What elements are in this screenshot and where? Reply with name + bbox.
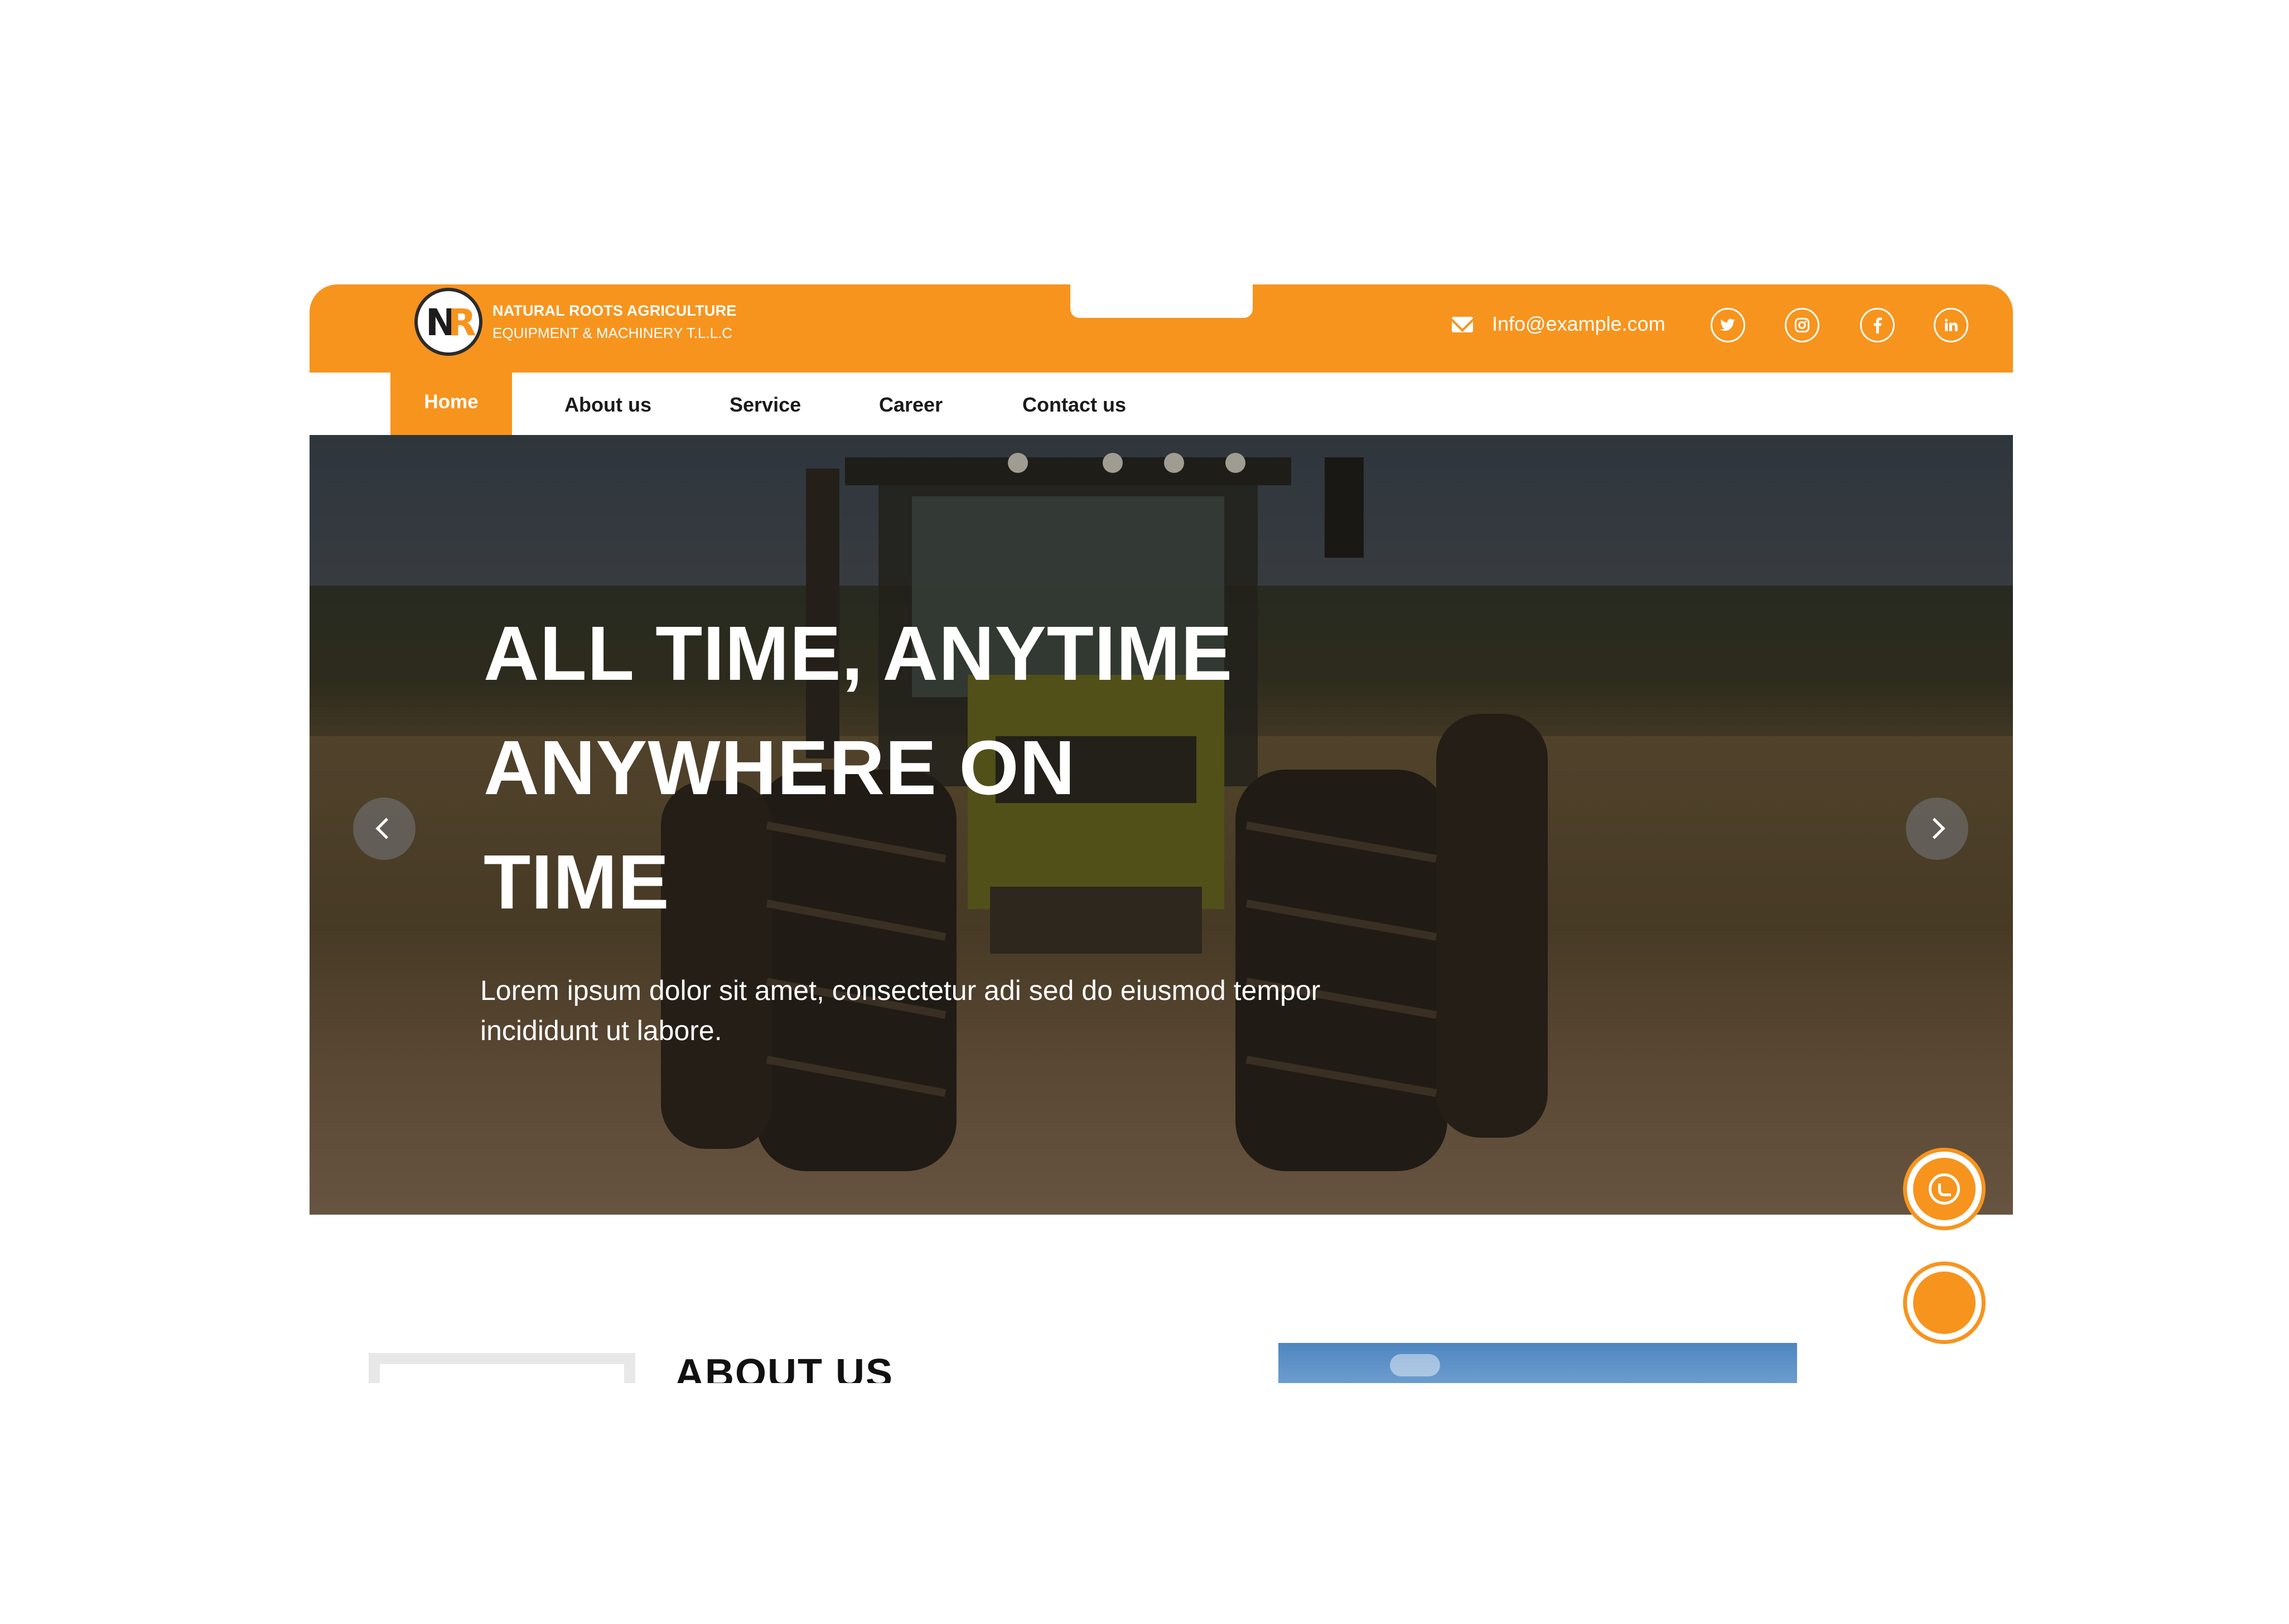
brand-name-line2: EQUIPMENT & MACHINERY T.L.L.C (492, 325, 733, 341)
browser-frame: N R NATURAL ROOTS AGRICULTURE EQUIPMENT … (310, 284, 2013, 1383)
brand-name-line1: NATURAL ROOTS AGRICULTURE (492, 302, 737, 319)
nav-item-home[interactable]: Home (390, 373, 512, 435)
hero-description: Lorem ipsum dolor sit amet, consectetur … (480, 975, 1321, 1046)
scroll-to-top-button[interactable] (1903, 1262, 1986, 1344)
company-logo[interactable]: N R (414, 288, 482, 356)
hero-heading-line3: TIME (484, 839, 670, 925)
logo-letter-r: R (448, 301, 476, 344)
nav-item-about-us[interactable]: About us (564, 373, 651, 435)
facebook-icon[interactable] (1860, 308, 1895, 342)
hero-heading-line2: ANYWHERE ON (484, 725, 1076, 811)
instagram-icon[interactable] (1785, 308, 1819, 342)
slider-prev-button[interactable] (353, 798, 416, 860)
whatsapp-button[interactable] (1903, 1148, 1986, 1230)
linkedin-icon[interactable] (1934, 308, 1968, 342)
header-notch (1070, 284, 1253, 318)
slider-next-button[interactable] (1906, 798, 1968, 860)
envelope-icon (1452, 317, 1473, 332)
nav-item-service[interactable]: Service (730, 373, 801, 435)
top-header-bar: N R NATURAL ROOTS AGRICULTURE EQUIPMENT … (310, 284, 2013, 373)
main-navigation: Home About us Service Career Contact us (310, 373, 2013, 435)
hero-heading-line1: ALL TIME, ANYTIME (484, 611, 1233, 697)
nav-item-contact-us[interactable]: Contact us (1022, 373, 1126, 435)
circle-button-icon (1913, 1272, 1976, 1334)
about-image-frame (369, 1353, 635, 1383)
hero-heading: ALL TIME, ANYTIME ANYWHERE ON TIME (484, 597, 1264, 940)
nav-item-career[interactable]: Career (879, 373, 943, 435)
whatsapp-button-inner (1913, 1158, 1976, 1220)
hero-slider: ALL TIME, ANYTIME ANYWHERE ON TIME Lorem… (310, 435, 2013, 1215)
whatsapp-icon (1929, 1173, 1960, 1205)
about-image (1278, 1343, 1797, 1383)
contact-email-link[interactable]: Info@example.com (1492, 312, 1665, 336)
about-section-title: ABOUT US (675, 1351, 894, 1383)
twitter-icon[interactable] (1711, 308, 1745, 342)
